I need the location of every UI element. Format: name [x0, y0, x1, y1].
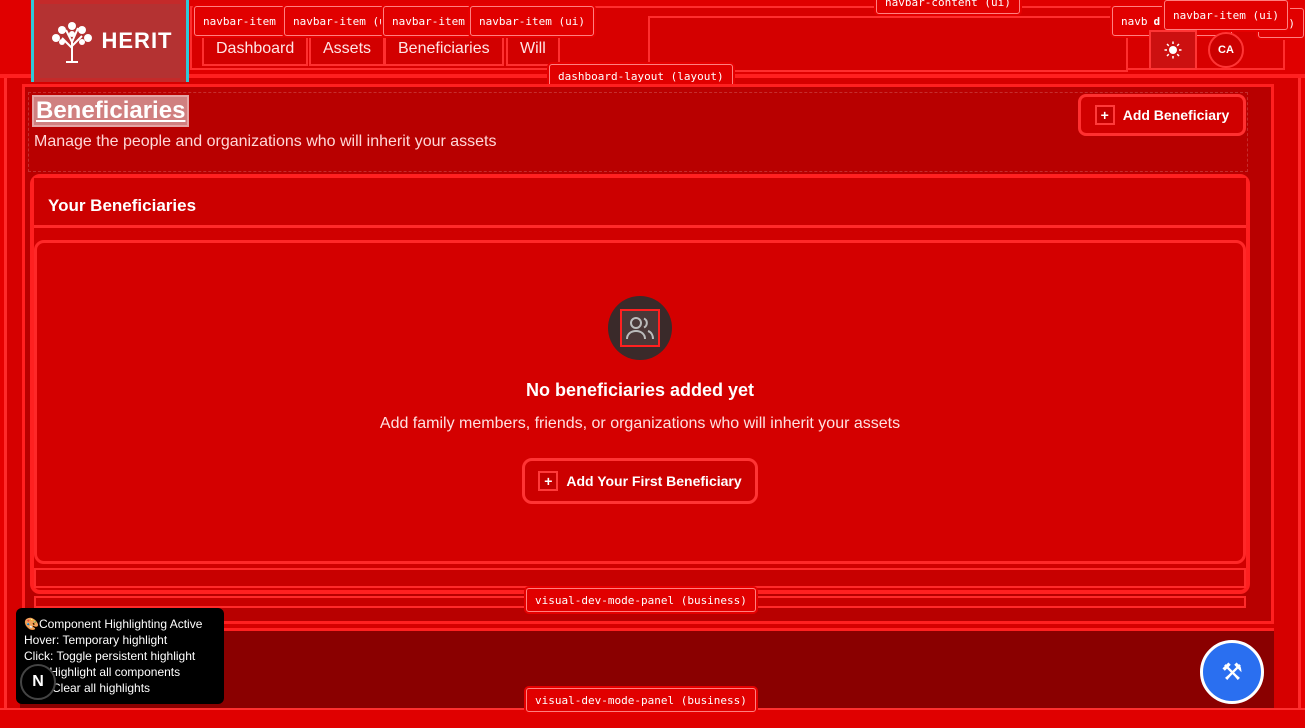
logo-link[interactable]: HERIT [31, 0, 189, 82]
add-beneficiary-button[interactable]: + Add Beneficiary [1078, 94, 1246, 136]
plus-icon: + [538, 471, 559, 491]
user-avatar[interactable]: CA [1208, 32, 1244, 68]
plus-icon: + [1094, 105, 1115, 125]
empty-state-title: No beneficiaries added yet [525, 380, 755, 400]
theme-toggle-button[interactable] [1149, 30, 1197, 70]
debug-tag-navbar-item-2: navbar-item [383, 6, 474, 36]
sun-icon [1164, 41, 1182, 59]
debug-tag-navb-text: navb [1121, 14, 1148, 28]
card-body [34, 240, 1246, 564]
dev-panel-line-1: 🎨Component Highlighting Active [24, 617, 203, 631]
next-dev-badge[interactable]: N [20, 664, 56, 700]
dev-panel-line-2: Hover: Temporary highlight [24, 633, 168, 647]
debug-tag-visual-dev-panel-2: visual-dev-mode-panel (business) [526, 688, 756, 712]
debug-tag-navbar-content: navbar-content (ui) [876, 0, 1020, 14]
hammer-wrench-icon: ⚒ [1221, 658, 1243, 686]
debug-tag-d-text: d [1153, 14, 1161, 28]
debug-tag-navbar-item-ui: navbar-item (u [284, 6, 395, 36]
debug-tag-navbar-item: navbar-item [194, 6, 285, 36]
dev-tools-button[interactable]: ⚒ [1200, 640, 1264, 704]
tree-icon [51, 22, 92, 63]
empty-state-description: Add family members, friends, or organiza… [379, 415, 901, 432]
debug-tag-navbar-item-ui-3: navbar-item (ui) [1164, 0, 1288, 30]
dev-panel-line-3: Click: Toggle persistent highlight [24, 649, 196, 663]
debug-tag-navbar-item-ui-2: navbar-item (ui) [470, 6, 594, 36]
card-footer-strip [34, 568, 1246, 588]
nav-item-assets[interactable]: Assets [309, 32, 386, 66]
page-header [28, 92, 1248, 172]
empty-state-icon-circle [608, 296, 672, 360]
card-header [34, 178, 1246, 228]
page-subtitle: Manage the people and organizations who … [34, 133, 497, 150]
debug-tag-visual-dev-panel: visual-dev-mode-panel (business) [526, 588, 756, 612]
users-icon-wrapper [620, 309, 660, 347]
add-first-beneficiary-label: Add Your First Beneficiary [566, 473, 742, 489]
nav-item-will[interactable]: Will [506, 32, 560, 66]
page-title: Beneficiaries [32, 95, 190, 127]
logo: HERIT [40, 4, 180, 78]
nav-item-dashboard[interactable]: Dashboard [202, 32, 309, 66]
add-beneficiary-label: Add Beneficiary [1122, 107, 1230, 123]
add-first-beneficiary-button[interactable]: + Add Your First Beneficiary [522, 458, 758, 504]
nav-item-beneficiaries[interactable]: Beneficiaries [384, 32, 504, 66]
users-icon [626, 317, 654, 340]
card-title: Your Beneficiaries [48, 196, 197, 215]
brand-name: HERIT [101, 28, 173, 53]
